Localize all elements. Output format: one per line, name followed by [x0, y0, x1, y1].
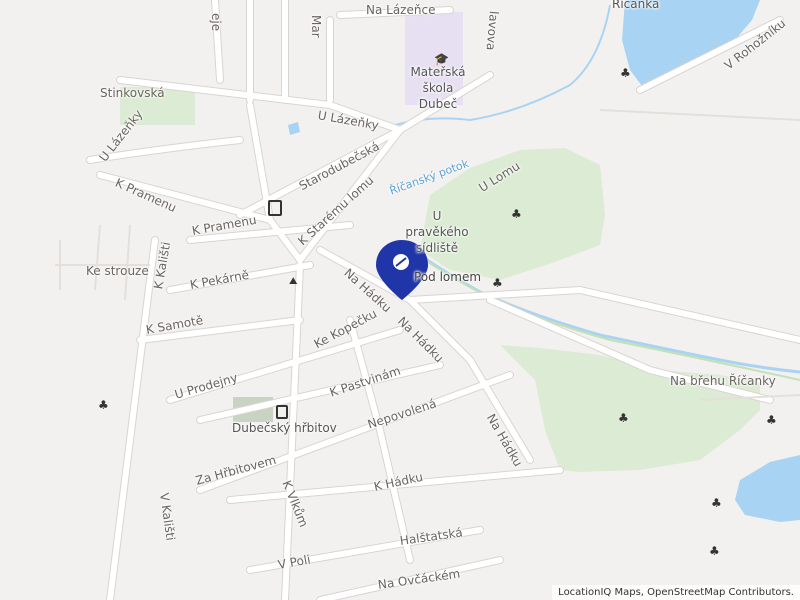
- tree-icon: ♣: [492, 276, 503, 290]
- tree-icon: ♣: [711, 496, 722, 510]
- marker-label: Pod lomem: [414, 270, 482, 284]
- tree-icon: ♣: [98, 398, 109, 412]
- poi-label-cemetery: Dubečský hřbitov: [232, 421, 337, 435]
- cave-icon: ⛰: [289, 276, 298, 287]
- pond: [622, 0, 760, 90]
- pond: [288, 122, 300, 135]
- map-view[interactable]: 🎓 ⛰ ♣ ♣ ♣ ♣ ♣ ♣ ♣ ♣ Na Lázeňce Mar eje l…: [0, 0, 800, 600]
- street-label: eje: [209, 13, 223, 32]
- street-label: Na břehu Říčanky: [670, 374, 776, 388]
- poi-label-school: Mateřská škola Dubeč: [410, 65, 466, 111]
- tree-icon: ♣: [709, 544, 720, 558]
- street-label: Mar: [309, 15, 323, 38]
- tree-icon: ♣: [766, 413, 777, 427]
- tree-icon: ♣: [618, 411, 629, 425]
- street-label: Stinkovská: [100, 86, 165, 100]
- poi-label-settlement: U pravěkého sídliště: [405, 209, 469, 255]
- bus-stop-icon: [276, 405, 288, 419]
- pond: [735, 455, 800, 522]
- street-label: Na Lázeňce: [366, 3, 436, 17]
- street-label: Ke strouze: [86, 264, 149, 278]
- poi-label-ricanka: Říčanka: [612, 0, 660, 11]
- map-attribution: LocationIQ Maps, OpenStreetMap Contribut…: [552, 585, 800, 600]
- bus-stop-icon: [268, 200, 282, 216]
- tree-icon: ♣: [620, 66, 631, 80]
- tree-icon: ♣: [511, 207, 522, 221]
